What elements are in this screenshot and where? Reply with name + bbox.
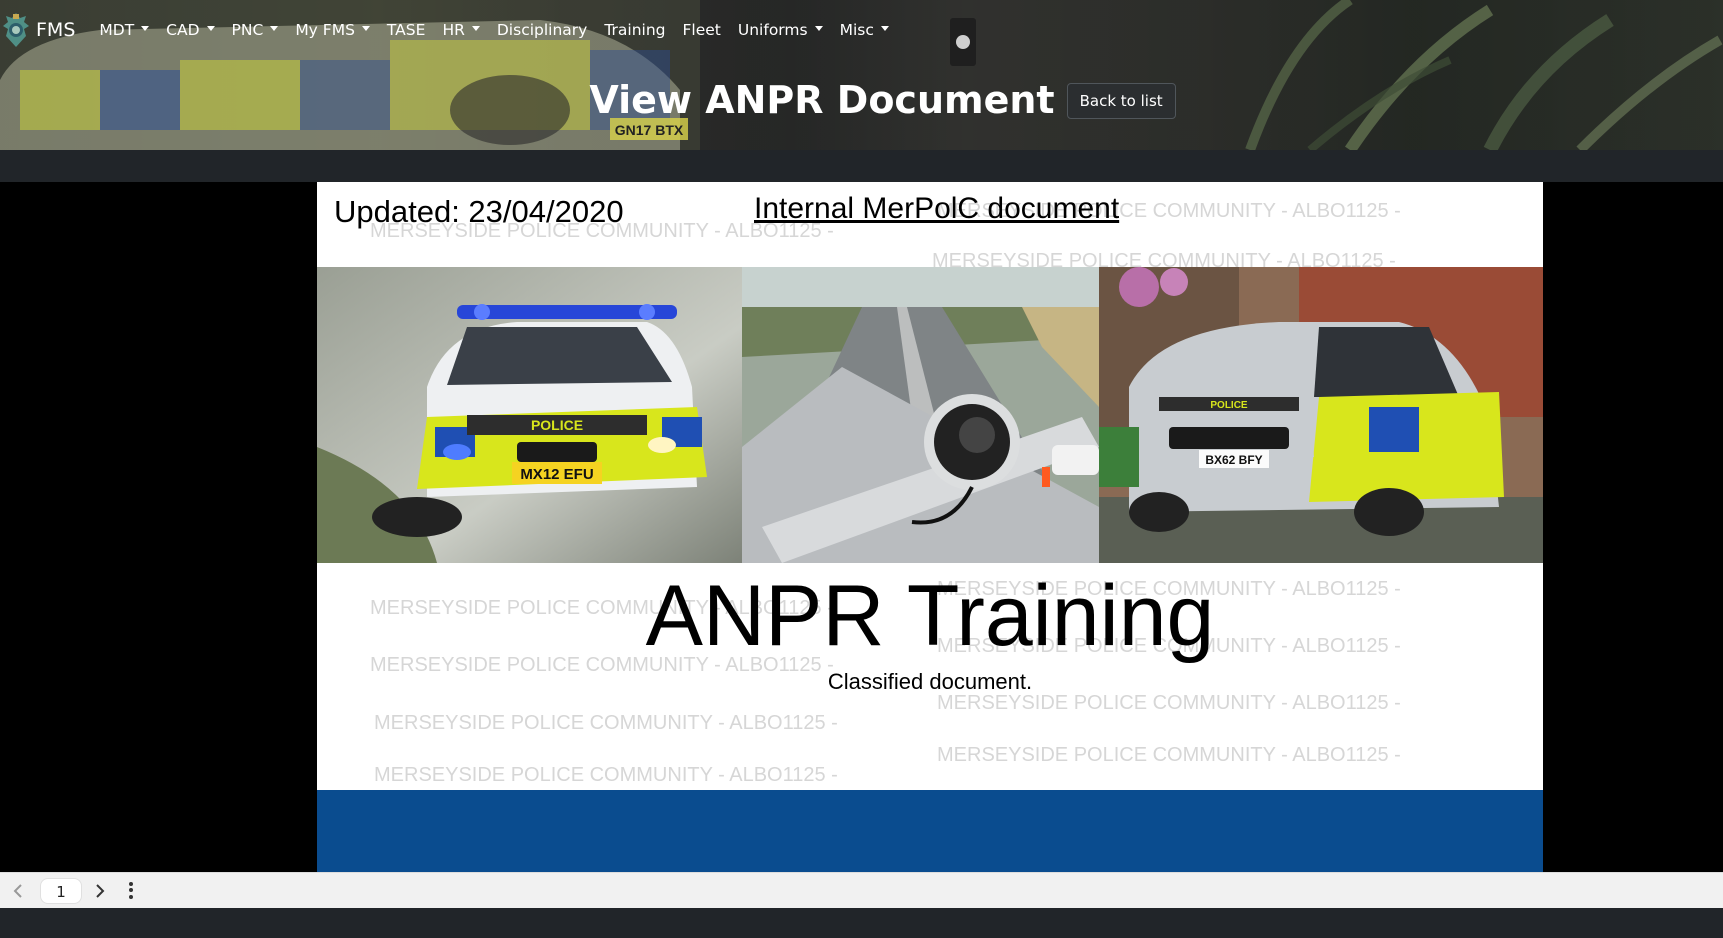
nav-hr-label: HR <box>442 21 465 39</box>
nav-mdt[interactable]: MDT <box>99 21 150 39</box>
nav-disciplinary-label: Disciplinary <box>496 21 588 39</box>
document-page: MERSEYSIDE POLICE COMMUNITY - ALBO1125 -… <box>317 182 1543 872</box>
anpr-camera-photo <box>742 267 1099 563</box>
previous-page-button[interactable] <box>8 881 28 901</box>
nav-training-label: Training <box>604 21 666 39</box>
chevron-right-icon <box>96 883 105 898</box>
document-subtitle: Classified document. <box>827 669 1033 694</box>
document-blue-band <box>317 790 1543 872</box>
title-row: View ANPR Document Back to list <box>0 78 1723 122</box>
updated-date: Updated: 23/04/2020 <box>334 194 624 229</box>
nav-training[interactable]: Training <box>604 21 665 39</box>
plate-2-text: BX62 BFY <box>1205 453 1262 467</box>
nav-pnc[interactable]: PNC <box>232 21 279 39</box>
document-title: ANPR Training <box>645 568 1215 664</box>
police-estate-photo: POLICE BX62 BFY <box>1099 267 1543 563</box>
pdf-toolbar: 1 <box>0 872 1723 908</box>
nav-fleet-label: Fleet <box>682 21 721 39</box>
police-crest-icon <box>3 13 29 47</box>
police-car-photo: POLICE MX12 EFU <box>317 267 742 563</box>
nav-tase[interactable]: TASE <box>387 21 426 39</box>
kebab-dot-icon <box>129 881 133 886</box>
caret-down-icon <box>814 25 823 31</box>
nav-pnc-label: PNC <box>231 21 264 39</box>
page-title: View ANPR Document <box>589 78 1055 122</box>
caret-down-icon <box>880 25 889 31</box>
watermark-text: MERSEYSIDE POLICE COMMUNITY - ALBO1125 - <box>374 764 838 786</box>
nav-my-fms[interactable]: My FMS <box>295 21 370 39</box>
next-page-button[interactable] <box>90 881 110 901</box>
watermark-text: MERSEYSIDE POLICE COMMUNITY - ALBO1125 - <box>374 712 838 734</box>
watermark-text: MERSEYSIDE POLICE COMMUNITY - ALBO1125 - <box>937 692 1401 714</box>
nav-tase-label: TASE <box>386 21 426 39</box>
plate-1-text: MX12 EFU <box>520 466 593 483</box>
nav-my-fms-label: My FMS <box>295 21 355 39</box>
watermark-text: MERSEYSIDE POLICE COMMUNITY - ALBO1125 - <box>937 744 1401 766</box>
page-number-input[interactable]: 1 <box>40 877 82 904</box>
sub-header-bar <box>0 150 1723 182</box>
header-hero: GN17 BTX FMS MDT CAD PNC My FMS TASE HR <box>0 0 1723 150</box>
navbar: FMS MDT CAD PNC My FMS TASE HR Disciplin… <box>0 0 1723 60</box>
internal-document-heading: Internal MerPolC document <box>754 192 1120 225</box>
nav-menu: MDT CAD PNC My FMS TASE HR Disciplinary … <box>99 21 905 39</box>
nav-mdt-label: MDT <box>99 21 135 39</box>
brand-name: FMS <box>36 19 76 41</box>
caret-down-icon <box>361 25 370 31</box>
caret-down-icon <box>141 25 150 31</box>
nav-disciplinary[interactable]: Disciplinary <box>497 21 587 39</box>
nav-uniforms[interactable]: Uniforms <box>738 21 823 39</box>
nav-misc-label: Misc <box>839 21 874 39</box>
brand[interactable]: FMS <box>2 12 75 48</box>
hero-plate-text: GN17 BTX <box>615 122 684 138</box>
kebab-dot-icon <box>129 888 133 893</box>
photo-strip: POLICE MX12 EFU POLICE BX62 BFY <box>317 267 1543 563</box>
more-options-button[interactable] <box>124 881 138 901</box>
caret-down-icon <box>471 25 480 31</box>
police-livery-text: POLICE <box>531 417 583 433</box>
kebab-dot-icon <box>129 895 133 900</box>
caret-down-icon <box>206 25 215 31</box>
pdf-viewer[interactable]: MERSEYSIDE POLICE COMMUNITY - ALBO1125 -… <box>0 182 1723 872</box>
nav-fleet[interactable]: Fleet <box>683 21 721 39</box>
back-to-list-button[interactable]: Back to list <box>1066 83 1176 119</box>
caret-down-icon <box>270 25 279 31</box>
nav-cad[interactable]: CAD <box>166 21 215 39</box>
police-livery-text: POLICE <box>1210 400 1248 411</box>
nav-uniforms-label: Uniforms <box>737 21 808 39</box>
footer <box>0 908 1723 938</box>
nav-cad-label: CAD <box>166 21 200 39</box>
chevron-left-icon <box>13 883 22 898</box>
nav-misc[interactable]: Misc <box>840 21 889 39</box>
nav-hr[interactable]: HR <box>442 21 480 39</box>
